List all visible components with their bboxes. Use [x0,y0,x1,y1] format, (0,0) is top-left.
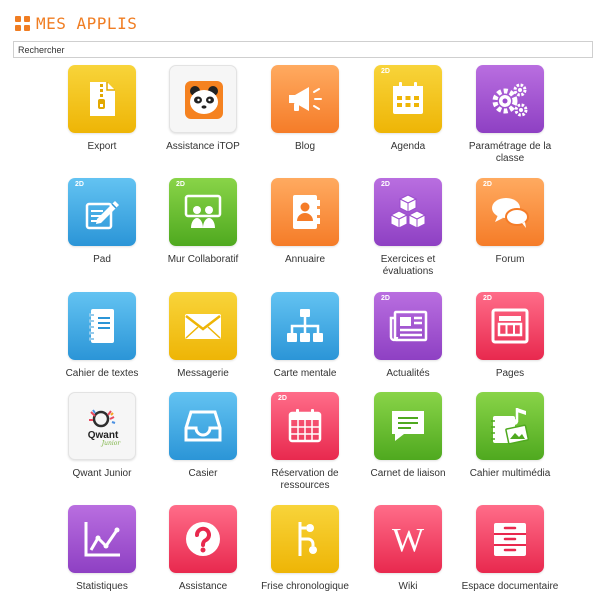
header: MES APPLIS [15,13,137,33]
cubes-icon [389,194,427,229]
message-icon [392,411,424,441]
app-label: Messagerie [177,368,229,379]
app-frise-chronologique[interactable]: Frise chronologique [255,505,355,593]
calendar-grid-icon [288,409,322,443]
app-label: Agenda [390,141,426,152]
music-image-icon [491,408,530,445]
app-messagerie[interactable]: Messagerie [153,292,253,380]
app-label: Blog [294,141,315,152]
notebook-icon [89,309,114,343]
app-label: Cahier multimédia [469,468,551,479]
app-label: Qwant Junior [72,468,132,479]
app-label: Exercices et évaluations [380,254,436,277]
app-label: Actualités [386,368,430,379]
app-label: Pages [495,368,525,379]
app-label: Annuaire [284,254,326,265]
app-cahier-multimedia[interactable]: Cahier multimédia [460,392,560,480]
app-cahier-textes[interactable]: Cahier de textes [52,292,152,380]
badge-2d: 2D [381,295,390,302]
zip-file-icon [90,82,115,116]
inbox-tray-icon [184,410,222,442]
collaborative-wall-icon [184,194,222,228]
app-espace-documentaire[interactable]: Espace documentaire [460,505,560,593]
app-label: Réservation de ressources [271,468,339,491]
envelope-icon [185,314,221,339]
app-agenda[interactable]: 2D Agenda [358,65,458,153]
app-reservation-ressources[interactable]: 2D Réservation de ressources [255,392,355,492]
badge-2d: 2D [176,181,185,188]
app-pages[interactable]: 2D Pages [460,292,560,380]
app-wiki[interactable]: W Wiki [358,505,458,593]
app-label: Espace documentaire [461,581,559,592]
app-label: Cahier de textes [65,368,139,379]
chat-bubbles-icon [492,198,529,228]
gears-icon [492,83,528,117]
app-forum[interactable]: 2D Forum [460,178,560,266]
megaphone-icon [289,87,322,111]
timeline-icon [298,522,317,556]
badge-2d: 2D [75,181,84,188]
app-carnet-liaison[interactable]: Carnet de liaison [358,392,458,480]
app-assistance[interactable]: Assistance [153,505,253,593]
qwant-junior-wordmark: Junior [100,440,122,447]
app-label: Assistance iTOP [166,141,240,152]
app-label: Pad [93,254,111,265]
app-label: Mur Collaboratif [167,254,239,265]
panda-icon [185,81,223,119]
app-label: Carnet de liaison [370,468,446,479]
app-label: Frise chronologique [261,581,349,592]
app-label: Statistiques [76,581,128,592]
wiki-letter: W [392,522,425,559]
qwant-logo-icon: QwantJunior [88,409,122,447]
badge-2d: 2D [483,295,492,302]
app-label: Carte mentale [273,368,337,379]
newspaper-icon [389,310,428,342]
app-qwant-junior[interactable]: Qwant Junior Qwant Junior [52,392,152,480]
page-title: MES APPLIS [36,13,138,33]
badge-2d: 2D [381,68,390,75]
app-label: Assistance [178,581,228,592]
badge-2d: 2D [483,181,492,188]
page-layout-icon [491,308,529,344]
app-label: Casier [188,468,218,479]
sitemap-icon [287,309,323,342]
wikipedia-icon: W [392,522,425,559]
app-parametrage-classe[interactable]: Paramétrage de la classe [460,65,560,165]
apps-grid-icon [15,15,30,31]
app-assistance-itop[interactable]: Assistance iTOP [153,65,253,153]
drawers-icon [494,523,526,556]
app-statistiques[interactable]: Statistiques [52,505,152,593]
badge-2d: 2D [381,181,390,188]
app-mur-collaboratif[interactable]: 2D Mur Collaboratif [153,178,253,266]
app-label: Paramétrage de la classe [468,141,552,164]
calendar-icon [393,82,423,114]
address-book-icon [293,195,320,229]
app-export[interactable]: Export [52,65,152,153]
app-carte-mentale[interactable]: Carte mentale [255,292,355,380]
app-label: Export [87,141,117,152]
app-pad[interactable]: 2D Pad [52,178,152,266]
search-input[interactable] [13,41,593,58]
question-icon [186,522,220,556]
app-blog[interactable]: Blog [255,65,355,153]
line-chart-icon [84,522,120,557]
app-annuaire[interactable]: Annuaire [255,178,355,266]
app-casier[interactable]: Casier [153,392,253,480]
app-label: Wiki [398,581,418,592]
app-actualites[interactable]: 2D Actualités [358,292,458,380]
edit-document-icon [85,201,119,230]
badge-2d: 2D [278,395,287,402]
app-label: Forum [495,254,525,265]
app-exercices-evaluations[interactable]: 2D Exercices et évaluations [358,178,458,278]
